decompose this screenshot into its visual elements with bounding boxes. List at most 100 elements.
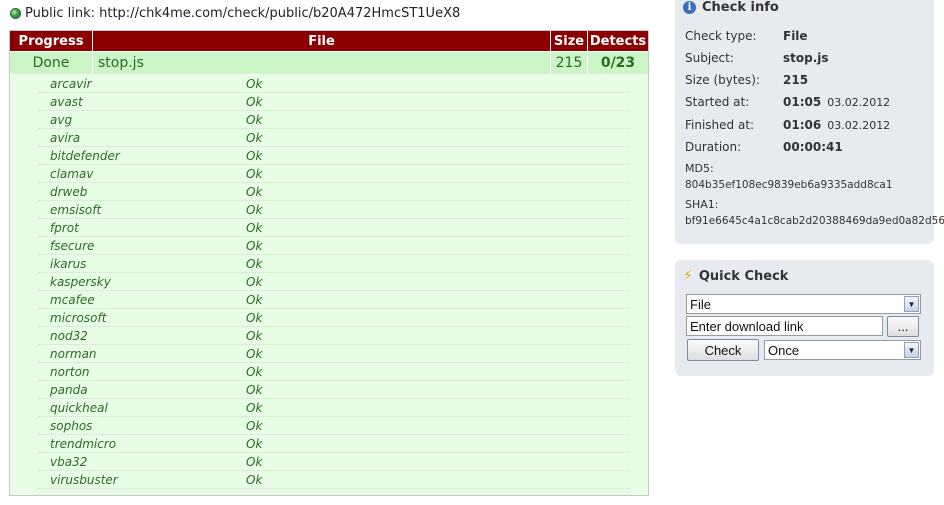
chevron-down-icon[interactable]: ▼ [904,342,919,358]
browse-button[interactable]: ... [887,316,919,337]
engine-status: Ok [246,454,263,469]
engine-status: Ok [246,364,263,379]
engine-status: Ok [246,112,263,127]
duration-value: 00:00:41 [783,140,843,154]
engine-name: avast [50,94,83,109]
engine-list: arcavir Ok avast Ok avg Ok avira Ok bitdefen… [38,75,630,489]
engine-name: trendmicro [50,436,117,451]
engine-name: norton [50,364,90,379]
download-link-placeholder: Enter download link [690,318,804,334]
quick-check-title: ⚡ Quick Check [683,268,788,284]
info-duration: Duration: 00:00:41 [685,140,843,154]
column-progress: Progress [10,31,93,51]
engine-name: panda [50,382,88,397]
engine-row: bitdefender Ok [38,147,630,165]
column-size: Size [551,31,588,51]
row-size: 215 [551,52,588,74]
check-type-value: File [783,29,808,43]
engine-status: Ok [246,256,263,271]
engine-status: Ok [246,148,263,163]
engine-status: Ok [246,76,263,91]
globe-icon [10,7,21,19]
result-row: Done stop.js 215 0/23 [10,52,648,75]
duration-label: Duration: [685,140,742,154]
row-detects: 0/23 [600,55,636,71]
engine-name: microsoft [50,310,107,325]
started-date: 03.02.2012 [827,96,891,109]
md5-value: 804b35ef108ec9839eb6a9335add8ca1 [685,179,893,191]
subject-value: stop.js [783,51,829,65]
engine-row: arcavir Ok [38,75,630,93]
frequency-select[interactable]: Once ▼ [764,340,921,360]
engine-status: Ok [246,382,263,397]
engine-status: Ok [246,202,263,217]
check-info-heading: Check info [702,0,779,15]
started-time: 01:05 [783,95,822,109]
quick-check-heading: Quick Check [698,268,789,284]
engine-name: ikarus [50,256,87,271]
engine-row: clamav Ok [38,165,630,183]
public-link-label: Public link: [25,5,95,21]
engine-status: Ok [246,400,263,415]
started-label: Started at: [685,95,750,109]
row-file: stop.js [93,52,551,74]
row-progress: Done [10,52,93,74]
subject-label: Subject: [685,51,734,65]
engine-row: avast Ok [38,93,630,111]
engine-name: fprot [50,220,79,235]
info-subject: Subject: stop.js [685,51,829,65]
engine-name: fsecure [50,238,95,253]
public-link-url[interactable]: http://chk4me.com/check/public/b20A472Hm… [99,6,460,21]
engine-name: emsisoft [50,202,102,217]
engine-status: Ok [246,184,263,199]
finished-date: 03.02.2012 [827,119,891,132]
check-info-title: i Check info [683,0,779,15]
engine-row: fprot Ok [38,219,630,237]
check-type-label: Check type: [685,29,757,43]
engine-row: trendmicro Ok [38,435,630,453]
engine-row: mcafee Ok [38,291,630,309]
check-info-panel: i Check info Check type: File Subject: sto… [675,0,944,244]
engine-status: Ok [246,472,263,487]
size-label: Size (bytes): [685,73,760,87]
results-header: Progress File Size Detects [10,31,648,52]
engine-name: bitdefender [50,148,120,163]
engine-row: microsoft Ok [38,309,630,327]
size-value: 215 [783,73,809,87]
engine-name: nod32 [50,328,88,343]
engine-row: vba32 Ok [38,453,630,471]
download-link-input[interactable]: Enter download link [686,316,883,336]
engine-status: Ok [246,238,263,253]
engine-name: sophos [50,418,93,433]
check-type-select[interactable]: File ▼ [686,294,921,314]
column-file: File [93,31,551,51]
engine-status: Ok [246,310,263,325]
engine-name: kaspersky [50,274,111,289]
finished-time: 01:06 [783,118,822,132]
engine-name: avg [50,112,73,127]
engine-name: norman [50,346,97,361]
engine-status: Ok [246,328,263,343]
check-type-selected: File [690,296,711,312]
info-size: Size (bytes): 215 [685,73,808,87]
info-finished: Finished at: 01:06 03.02.2012 [685,118,890,132]
engine-name: mcafee [50,292,95,307]
engine-row: virusbuster Ok [38,471,630,489]
engine-name: vba32 [50,454,88,469]
engine-row: drweb Ok [38,183,630,201]
engine-status: Ok [246,292,263,307]
info-started: Started at: 01:05 03.02.2012 [685,95,890,109]
results-table: Progress File Size Detects Done stop.js … [9,30,649,496]
chevron-down-icon[interactable]: ▼ [904,296,919,312]
engine-row: sophos Ok [38,417,630,435]
quick-check-panel: ⚡ Quick Check File ▼ Enter download link… [675,260,934,376]
engine-name: clamav [50,166,94,181]
engine-row: emsisoft Ok [38,201,630,219]
frequency-selected: Once [768,342,800,358]
check-button[interactable]: Check [687,339,759,361]
engine-status: Ok [246,130,263,145]
engine-status: Ok [246,346,263,361]
engine-row: norman Ok [38,345,630,363]
engine-row: fsecure Ok [38,237,630,255]
engine-row: norton Ok [38,363,630,381]
